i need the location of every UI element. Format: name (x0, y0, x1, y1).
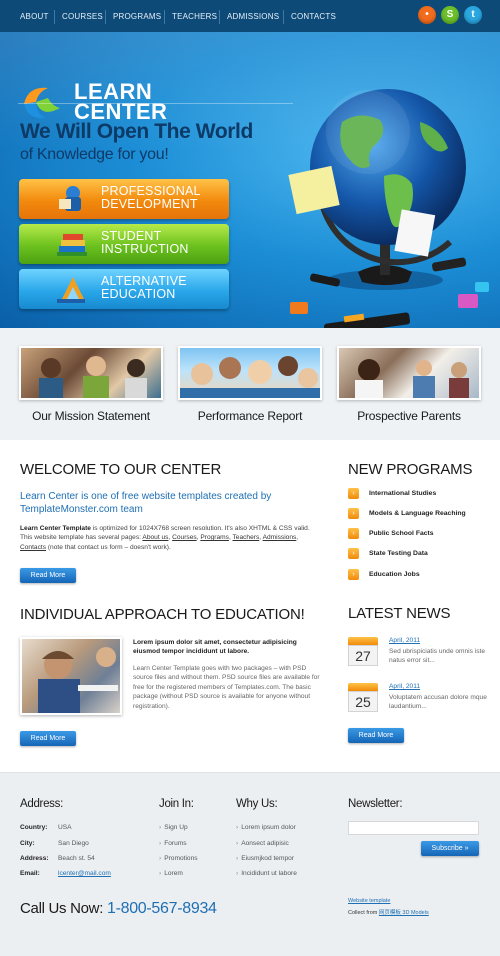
flickr-icon[interactable]: • (418, 6, 436, 24)
collect-from: Collect from 网页模板 3D Models (348, 910, 429, 916)
newsletter-email-input[interactable] (348, 821, 479, 835)
welcome-read-more-button[interactable]: Read More (20, 568, 76, 583)
link-courses[interactable]: Courses (172, 534, 197, 541)
nav-divider (54, 10, 55, 24)
news-read-more-button[interactable]: Read More (348, 728, 404, 743)
news-excerpt: Voluptatem accusan dolore mque laudantiu… (389, 694, 487, 710)
address-row: Email: lcenter@mail.com (20, 870, 111, 877)
news-excerpt: Sed ubrispiciatis unde omnis iste natus … (389, 648, 486, 664)
news-heading: LATEST NEWS (348, 605, 451, 622)
pill-label: PROFESSIONAL DEVELOPMENT (101, 184, 201, 211)
website-template-link[interactable]: Website template (348, 898, 390, 904)
welcome-body-note: (note that contact us form – doesn't wor… (46, 543, 171, 551)
logo-line-2: CENTER (74, 99, 168, 124)
professional-development-button[interactable]: PROFESSIONAL DEVELOPMENT (19, 179, 229, 219)
arrow-right-icon: › (348, 548, 359, 559)
hero-title: We Will Open The World (20, 120, 253, 143)
feature-row: Our Mission Statement Performance Report… (0, 328, 500, 440)
pill-label: STUDENT INSTRUCTION (101, 229, 189, 256)
link-teachers[interactable]: Teachers (233, 534, 260, 541)
arrow-right-icon: › (348, 528, 359, 539)
triangle-ruler-icon (57, 277, 85, 303)
link-admissions[interactable]: Admissions (263, 534, 297, 541)
join-link[interactable]: › Sign Up (159, 824, 188, 831)
nav-contacts[interactable]: CONTACTS (291, 0, 336, 32)
hero-banner: LEARN CENTER We Will Open The World of K… (0, 32, 500, 328)
call-us: Call Us Now: 1-800-567-8934 (20, 900, 217, 918)
top-navigation: ABOUT COURSES PROGRAMS TEACHERS ADMISSIO… (0, 0, 500, 32)
feature-caption[interactable]: Prospective Parents (337, 409, 481, 423)
nav-divider (105, 10, 106, 24)
approach-heading: INDIVIDUAL APPROACH TO EDUCATION! (20, 606, 305, 623)
address-row: City: San Diego (20, 840, 89, 847)
feature-performance[interactable]: Performance Report (178, 346, 322, 423)
welcome-body-bold: Learn Center Template (20, 525, 91, 532)
feature-photo[interactable] (19, 346, 163, 400)
programs-heading: NEW PROGRAMS (348, 461, 473, 478)
why-link[interactable]: › Lorem ipsum dolor (236, 824, 296, 831)
feature-photo[interactable] (337, 346, 481, 400)
news-date-badge: 27 (348, 637, 378, 667)
address-row: Address: Beach st. 54 (20, 855, 95, 862)
arrow-right-icon: › (348, 508, 359, 519)
link-about-us[interactable]: About us (142, 534, 168, 541)
news-date-badge: 25 (348, 683, 378, 713)
nav-teachers[interactable]: TEACHERS (172, 0, 217, 32)
arrow-right-icon: › (348, 569, 359, 580)
join-heading: Join In: (159, 798, 194, 810)
why-heading: Why Us: (236, 798, 278, 810)
nav-programs[interactable]: PROGRAMS (113, 0, 161, 32)
feature-photo[interactable] (178, 346, 322, 400)
nav-about[interactable]: ABOUT (20, 0, 49, 32)
subscribe-button[interactable]: Subscribe » (421, 841, 479, 856)
twitter-icon[interactable]: t (464, 6, 482, 24)
globe-illustration (288, 89, 489, 328)
logo-swirl-icon (24, 87, 60, 119)
why-link[interactable]: › Aonsect adipisic (236, 840, 289, 847)
logo-divider (18, 103, 293, 104)
nav-divider (219, 10, 220, 24)
approach-bold: Lorem ipsum dolor sit amet, consectetur … (133, 639, 297, 656)
newsletter-heading: Newsletter: (348, 798, 403, 810)
hero-subtitle: of Knowledge for you! (20, 146, 169, 163)
feature-parents[interactable]: Prospective Parents (337, 346, 481, 423)
welcome-lead: Learn Center is one of free website temp… (20, 491, 272, 515)
link-contacts[interactable]: Contacts (20, 544, 46, 551)
email-link[interactable]: lcenter@mail.com (58, 870, 111, 877)
welcome-heading: WELCOME TO OUR CENTER (20, 461, 222, 478)
books-icon (57, 234, 87, 256)
nav-divider (164, 10, 165, 24)
address-row: Country: USA (20, 824, 72, 831)
feature-caption[interactable]: Performance Report (178, 409, 322, 423)
why-link[interactable]: › Incididunt ut labore (236, 870, 297, 877)
student-instruction-button[interactable]: STUDENT INSTRUCTION (19, 224, 229, 264)
graduate-icon (59, 186, 81, 211)
alternative-education-button[interactable]: ALTERNATIVE EDUCATION (19, 269, 229, 309)
nav-admissions[interactable]: ADMISSIONS (227, 0, 279, 32)
join-link[interactable]: › Lorem (159, 870, 183, 877)
nav-divider (283, 10, 284, 24)
collect-link[interactable]: 网页模板 3D Models (379, 910, 429, 916)
call-label: Call Us Now: (20, 900, 104, 917)
logo-text[interactable]: LEARN CENTER (74, 81, 168, 124)
join-link[interactable]: › Promotions (159, 855, 198, 862)
address-heading: Address: (20, 798, 63, 810)
news-date-link[interactable]: April, 2011 (389, 637, 420, 644)
welcome-body: Learn Center Template is optimized for 1… (20, 525, 310, 551)
skype-icon[interactable]: S (441, 6, 459, 24)
link-programs[interactable]: Programs (200, 534, 229, 541)
feature-mission[interactable]: Our Mission Statement (19, 346, 163, 423)
phone-number[interactable]: 1-800-567-8934 (107, 900, 217, 917)
approach-photo (20, 637, 122, 715)
pill-label: ALTERNATIVE EDUCATION (101, 274, 187, 301)
feature-caption[interactable]: Our Mission Statement (19, 409, 163, 423)
join-link[interactable]: › Forums (159, 840, 187, 847)
nav-courses[interactable]: COURSES (62, 0, 103, 32)
news-date-link[interactable]: April, 2011 (389, 683, 420, 690)
approach-read-more-button[interactable]: Read More (20, 731, 76, 746)
approach-text: Learn Center Template goes with two pack… (133, 665, 320, 710)
arrow-right-icon: › (348, 488, 359, 499)
why-link[interactable]: › Eiusmjkod tempor (236, 855, 294, 862)
